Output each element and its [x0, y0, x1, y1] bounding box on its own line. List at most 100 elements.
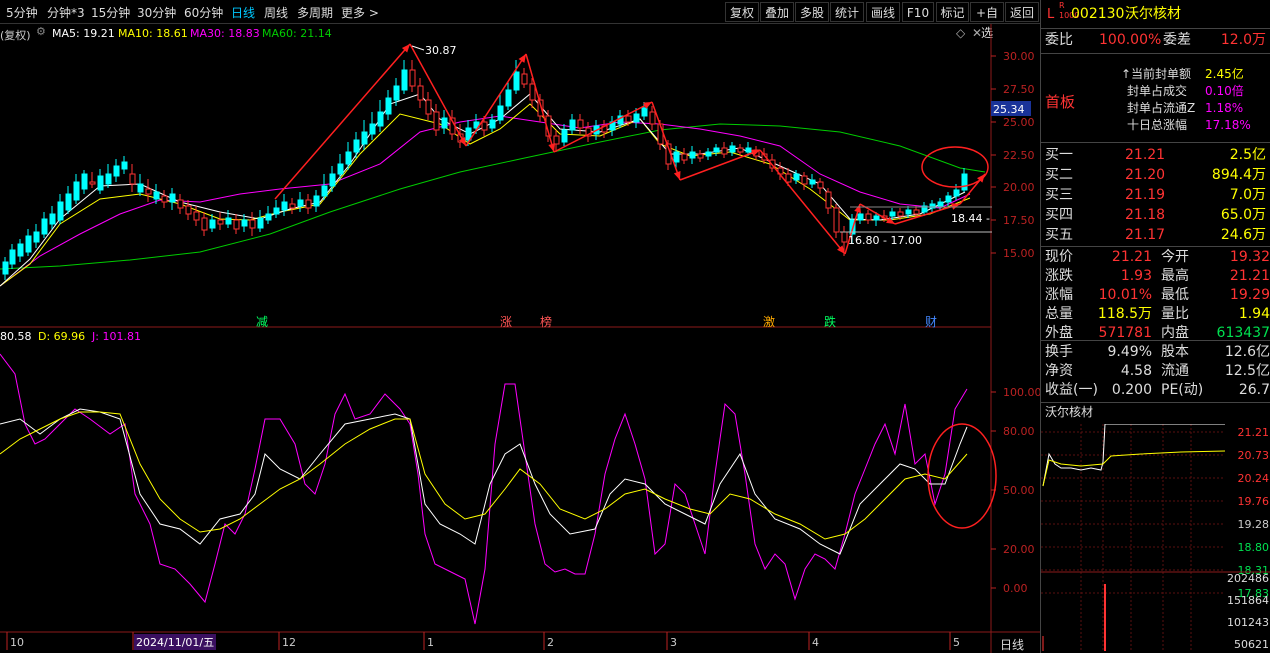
candle [305, 194, 312, 214]
toolbar-button-3[interactable]: 统计 [830, 2, 864, 22]
trend-arrow [759, 149, 846, 255]
candle [497, 94, 504, 124]
toolbar-button-4[interactable]: 画线 [866, 2, 900, 22]
price-tick: 22.50 [1003, 149, 1035, 162]
candle [833, 204, 840, 238]
toolbar-button-1[interactable]: 叠加 [760, 2, 794, 22]
event-marker-1: 涨 [500, 314, 512, 329]
candle [865, 210, 872, 224]
candle [73, 174, 80, 204]
stats-row-2: 收益(一) 0.200 PE(动) 26.7 [1045, 382, 1270, 398]
candle [105, 164, 112, 188]
date-label-6: 4 [812, 636, 819, 649]
settings-icon[interactable]: ⚙ [36, 25, 46, 38]
candle [353, 132, 360, 158]
candle [273, 200, 280, 218]
ma60-label: MA60: 21.14 [262, 27, 332, 40]
candle [9, 244, 16, 269]
trend-arrow [651, 101, 681, 181]
candle [817, 178, 824, 194]
candle [89, 172, 96, 188]
ma5-label: MA5: 19.21 [52, 27, 115, 40]
candle [553, 130, 560, 152]
candle [217, 212, 224, 230]
diamond-icon[interactable]: ◇ [956, 26, 965, 40]
period-tab-0[interactable]: 5分钟 [6, 4, 38, 21]
candle [289, 198, 296, 214]
candle [321, 174, 328, 200]
period-label: 日线 [1000, 638, 1025, 652]
candle [729, 142, 736, 156]
period-tab-7[interactable]: 多周期 [297, 4, 333, 21]
period-tab-1[interactable]: 分钟*3 [47, 4, 85, 21]
trend-arrow [525, 53, 556, 153]
candle [929, 200, 936, 212]
candle [249, 212, 256, 236]
toolbar-button-2[interactable]: 多股 [795, 2, 829, 22]
mini-price-tick: 21.21 [1238, 426, 1270, 439]
kdj-j-label: J: 101.81 [92, 330, 141, 343]
mini-volume-tick: 50621 [1234, 638, 1269, 651]
stock-code: 002130 [1071, 6, 1125, 22]
candle [961, 168, 968, 192]
toolbar-button-6[interactable]: 标记 [936, 2, 969, 22]
kdj-tick: 20.00 [1003, 543, 1035, 556]
period-tab-5[interactable]: 日线 [231, 4, 255, 21]
board-line-0: ↑当前封单额 2.45亿 [1121, 67, 1244, 81]
candle [33, 224, 40, 248]
candle [2, 257, 9, 280]
toolbar-button-5[interactable]: F10 [902, 2, 934, 22]
candle [145, 179, 152, 202]
ma30-label: MA30: 18.83 [190, 27, 260, 40]
candle [281, 194, 288, 216]
candle [169, 188, 176, 210]
period-tab-8[interactable]: 更多 > [341, 4, 379, 21]
candle [369, 112, 376, 140]
main-chart-area: 30.00 27.50 25.00 22.50 20.00 17.50 15.00 25.34… [0, 24, 1040, 653]
event-marker-3: 激 [763, 315, 775, 329]
candle [81, 170, 88, 194]
candle [65, 186, 72, 214]
candle [161, 190, 168, 208]
candle [49, 206, 56, 229]
mini-price-tick: 20.24 [1238, 472, 1270, 485]
trend-arrow [465, 53, 527, 147]
event-marker-4: 跌 [824, 314, 836, 329]
candle [409, 60, 416, 92]
period-tab-4[interactable]: 60分钟 [184, 4, 223, 21]
price-tick: 30.00 [1003, 50, 1035, 63]
period-tab-3[interactable]: 30分钟 [137, 4, 176, 21]
toolbar-button-0[interactable]: 复权 [725, 2, 759, 22]
event-marker-2: 榜 [540, 314, 552, 329]
candle [97, 169, 104, 194]
candle [433, 104, 440, 136]
candle [393, 78, 400, 106]
candle [297, 192, 304, 212]
close-icon[interactable]: ✕ [972, 26, 982, 40]
date-label-0: 10 [10, 636, 24, 649]
candle [705, 148, 712, 160]
stats-row-1: 净资 4.58 流通 12.5亿 [1045, 363, 1270, 379]
mini-price-tick: 19.28 [1238, 518, 1270, 531]
board-line-2: 封单占流通Z 1.18% [1127, 101, 1244, 115]
period-tab-2[interactable]: 15分钟 [91, 4, 130, 21]
period-tab-6[interactable]: 周线 [264, 4, 288, 21]
stats-row-0: 换手 9.49% 股本 12.6亿 [1045, 344, 1270, 360]
candle [585, 122, 592, 142]
period-toolbar: 5分钟 分钟*3 15分钟 30分钟 60分钟 日线 周线 多周期 更多 > 复权 叠加 多股 统计 画线… [0, 0, 1040, 40]
bid-row-1: 买二 21.20 894.4万 [1045, 167, 1266, 183]
candle [313, 190, 320, 212]
candle [265, 206, 272, 224]
candle [609, 116, 616, 136]
kdj-tick: 50.00 [1003, 484, 1035, 497]
candle [113, 159, 120, 182]
toolbar-button-8[interactable]: 返回 [1005, 2, 1039, 22]
candle [825, 188, 832, 214]
candle [137, 174, 144, 196]
candlestick-chart[interactable]: 30.0027.5025.0022.5020.0017.5015.0025.34… [0, 24, 1040, 653]
date-label-2: 12 [282, 636, 296, 649]
weibi-row: 委比 100.00% 委差 12.0万 [1045, 32, 1266, 48]
mini-volume-tick: 202486 [1227, 572, 1269, 585]
intraday-mini-chart[interactable]: 21.2120.7320.2419.7619.2818.8018.3117.83… [1041, 424, 1270, 651]
toolbar-button-7[interactable]: +自选 [970, 2, 1004, 40]
